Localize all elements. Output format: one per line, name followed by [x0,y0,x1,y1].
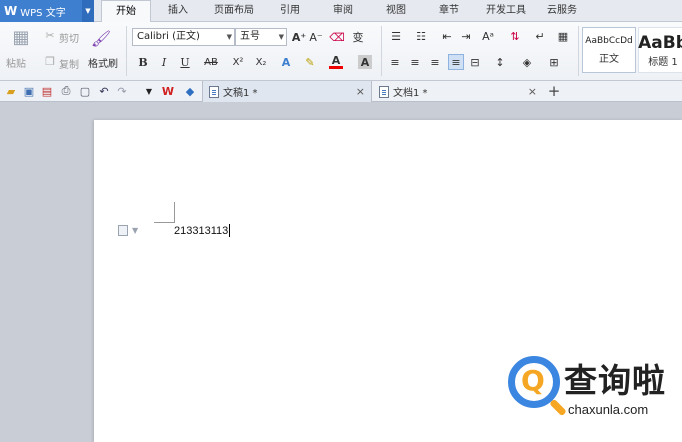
chevron-down-icon: ▼ [132,226,139,235]
phonetic-button[interactable]: 变 [350,30,366,44]
table-icon[interactable]: ▦ [556,29,570,43]
menu-bar: W WPS 文字 ▼ 开始 插入 页面布局 引用 审阅 视图 章节 开发工具 云… [0,0,682,23]
underline-button[interactable]: U [178,55,192,69]
document-icon [379,85,389,98]
chevron-down-icon: ▼ [278,33,284,41]
scissors-icon[interactable]: ✂ [44,28,56,42]
increase-indent-icon[interactable]: ⇥ [459,29,473,43]
italic-button[interactable]: I [157,55,171,69]
document-text: 213313113 [174,224,229,237]
tab-chapter[interactable]: 章节 [429,0,469,22]
margin-corner-mark [154,202,175,223]
watermark-logo: Q 查询啦 chaxunla.com [508,352,678,424]
align-center-icon[interactable]: ≡ [408,55,422,69]
subscript-button[interactable]: X₂ [253,55,269,69]
bold-button[interactable]: B [136,55,150,69]
new-tab-button[interactable]: + [547,82,561,100]
app-title: WPS 文字 [20,7,66,19]
wps-logo-icon[interactable]: W [161,84,175,98]
justify-icon[interactable]: ≡ [448,54,464,70]
align-right-icon[interactable]: ≡ [428,55,442,69]
distribute-icon[interactable]: ⊟ [468,55,482,69]
char-shade-button[interactable]: A [358,55,372,69]
redo-icon[interactable]: ↷ [115,84,129,98]
show-marks-icon[interactable]: ↵ [533,29,547,43]
watermark-title: 查询啦 [564,361,666,400]
numbered-list-icon[interactable]: ☷ [413,29,429,43]
document-icon [209,85,219,98]
chevron-down-icon[interactable]: ▼ [142,84,156,98]
chevron-down-icon: ▼ [226,33,232,41]
doc-tab[interactable]: 文档1 * × [373,81,543,102]
format-painter-button[interactable]: 格式刷 [88,55,118,70]
text-cursor [229,224,231,237]
doc-tab-active[interactable]: 文稿1 * × [202,81,372,102]
quick-access-toolbar: ▰ ▣ ▤ ⎙ ▢ ↶ ↷ ▼ W ◆ 文稿1 * × 文档1 * × + [0,81,682,102]
line-spacing-icon[interactable]: ↕ [492,55,508,69]
doc-tab-label: 文档1 * [393,88,428,99]
tab-insert[interactable]: 插入 [158,0,198,22]
sort-icon[interactable]: ⇅ [508,29,522,43]
copy-button[interactable]: 复制 [59,56,79,71]
tab-view[interactable]: 视图 [376,0,416,22]
style-normal[interactable]: AaBbCcDd 正文 [582,27,636,73]
paste-icon[interactable]: ▦ [10,26,32,48]
align-left-icon[interactable]: ≡ [388,55,402,69]
close-icon[interactable]: × [356,85,365,98]
ribbon: ▦ 粘贴 ✂ 剪切 ❐ 复制 🖌 格式刷 Calibri (正文) ▼ 五号 ▼ A… [0,22,682,81]
bullet-list-icon[interactable]: ☰ [388,29,404,43]
font-name-select[interactable]: Calibri (正文) ▼ [132,28,235,46]
app-menu-button[interactable]: W WPS 文字 ▼ [0,0,94,22]
cut-button[interactable]: 剪切 [59,30,79,45]
paste-button[interactable]: 粘贴 [6,55,26,70]
separator [381,26,382,76]
style-sample: AaBbCcDd [585,35,633,46]
shading-icon[interactable]: ◈ [519,55,535,69]
document-body-text[interactable]: 213313113 [174,224,231,237]
undo-icon[interactable]: ↶ [97,84,111,98]
font-size-value: 五号 [240,31,260,42]
export-pdf-icon[interactable]: ▤ [40,84,54,98]
style-sample: AaBb [638,32,682,53]
paragraph-handle[interactable]: ▼ [118,225,138,236]
change-case-icon[interactable]: Aᵃ [480,29,496,43]
style-name: 标题 1 [648,56,678,68]
cloud-cube-icon[interactable]: ◆ [183,84,197,98]
border-icon[interactable]: ⊞ [546,55,562,69]
print-preview-icon[interactable]: ▢ [78,84,92,98]
separator [578,26,579,76]
highlight-icon[interactable]: ✎ [303,55,317,69]
paragraph-icon [118,225,128,236]
chevron-down-icon[interactable]: ▼ [82,0,94,22]
copy-icon[interactable]: ❐ [44,54,56,68]
superscript-button[interactable]: X² [230,55,246,69]
separator [126,26,127,76]
font-name-value: Calibri (正文) [137,31,200,42]
font-color-button[interactable]: A [329,54,343,69]
shrink-font-button[interactable]: A⁻ [309,30,323,44]
watermark-url: chaxunla.com [568,402,649,417]
text-effect-button[interactable]: A [279,55,293,69]
style-name: 正文 [599,53,619,65]
style-heading-1[interactable]: AaBb 标题 1 [638,27,682,73]
watermark-glyph: Q [521,364,545,397]
wps-logo-icon: W [4,4,18,18]
format-painter-icon[interactable]: 🖌 [91,28,111,48]
strikethrough-button[interactable]: AB [202,55,220,69]
grow-font-button[interactable]: A⁺ [292,30,306,44]
print-icon[interactable]: ⎙ [59,84,73,98]
decrease-indent-icon[interactable]: ⇤ [440,29,454,43]
clear-format-icon[interactable]: ⌫ [329,30,345,44]
tab-developer[interactable]: 开发工具 [478,0,534,22]
folder-open-icon[interactable]: ▰ [4,84,18,98]
tab-cloud[interactable]: 云服务 [538,0,586,22]
font-size-select[interactable]: 五号 ▼ [235,28,287,46]
tab-home[interactable]: 开始 [101,0,151,23]
tab-references[interactable]: 引用 [270,0,310,22]
tab-review[interactable]: 审阅 [323,0,363,22]
save-icon[interactable]: ▣ [22,84,36,98]
tab-page-layout[interactable]: 页面布局 [205,0,263,22]
doc-tab-label: 文稿1 * [223,88,258,99]
close-icon[interactable]: × [528,85,537,98]
